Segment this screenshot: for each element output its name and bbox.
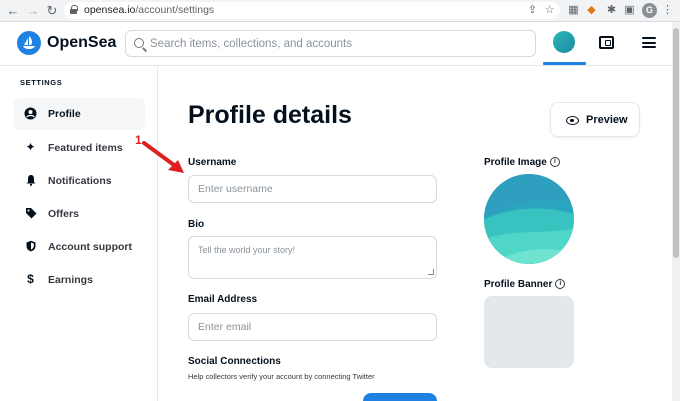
- search-bar[interactable]: [125, 30, 536, 57]
- sidebar-item-label: Featured items: [48, 142, 123, 154]
- person-icon: [24, 107, 37, 120]
- sidebar-item-label: Earnings: [48, 274, 93, 286]
- browser-menu-icon[interactable]: ⋮: [661, 4, 674, 17]
- bio-field[interactable]: [188, 236, 437, 279]
- page-title: Profile details: [188, 101, 352, 129]
- scrollbar-thumb[interactable]: [673, 28, 679, 258]
- hamburger-menu-icon[interactable]: [642, 37, 656, 48]
- extension-grid-icon[interactable]: ▦: [567, 4, 580, 17]
- annotation-arrow-icon: [142, 141, 184, 173]
- browser-profile-avatar[interactable]: G: [642, 3, 657, 18]
- preview-label: Preview: [586, 114, 628, 126]
- profile-banner-label: Profile Banner: [484, 279, 553, 290]
- social-connections-label: Social Connections: [188, 356, 281, 367]
- social-helper-text: Help collectors verify your account by c…: [188, 372, 375, 381]
- connect-button[interactable]: [363, 393, 437, 401]
- sidebar-item-label: Offers: [48, 208, 79, 220]
- email-field[interactable]: [188, 313, 437, 341]
- sidebar-item-label: Notifications: [48, 175, 112, 187]
- profile-image-upload[interactable]: [484, 174, 574, 264]
- shield-icon: [24, 240, 37, 253]
- sidebar-item-profile[interactable]: Profile: [14, 98, 145, 130]
- tag-icon: [24, 207, 37, 220]
- url-domain: opensea.io: [84, 4, 136, 16]
- resize-handle-icon[interactable]: [428, 269, 434, 275]
- browser-toolbar: ← → ↻ opensea.io/account/settings ⇪ ☆ ▦ …: [0, 0, 680, 22]
- back-arrow-icon[interactable]: ←: [6, 3, 20, 19]
- account-active-indicator: [543, 62, 586, 65]
- wallet-icon[interactable]: [599, 36, 614, 49]
- settings-sidebar: SETTINGS Profile ✦ Featured items Notifi…: [0, 66, 158, 401]
- preview-button[interactable]: Preview: [550, 102, 640, 137]
- username-field[interactable]: [188, 175, 437, 203]
- sidebar-item-offers[interactable]: Offers: [14, 198, 145, 230]
- sidebar-item-label: Account support: [48, 241, 132, 253]
- extensions-puzzle-icon[interactable]: ✱: [605, 4, 618, 17]
- opensea-logo-icon[interactable]: [17, 31, 41, 55]
- logo-text[interactable]: OpenSea: [47, 33, 116, 53]
- side-panel-icon[interactable]: ▣: [623, 4, 636, 17]
- sidebar-item-notifications[interactable]: Notifications: [14, 165, 145, 197]
- eye-icon: [566, 116, 579, 125]
- site-header: OpenSea: [0, 22, 672, 66]
- profile-banner-heading: Profile Banner i: [484, 278, 566, 291]
- settings-heading: SETTINGS: [20, 78, 63, 87]
- dollar-icon: $: [27, 272, 34, 286]
- sidebar-item-label: Profile: [48, 108, 81, 120]
- bell-icon: [24, 174, 37, 187]
- info-icon[interactable]: i: [555, 279, 566, 290]
- address-bar[interactable]: opensea.io/account/settings ⇪ ☆: [64, 2, 560, 19]
- profile-image-preview: [484, 174, 574, 264]
- account-avatar[interactable]: [553, 31, 575, 53]
- bio-label: Bio: [188, 219, 205, 230]
- info-icon[interactable]: i: [549, 157, 560, 168]
- metamask-icon[interactable]: ◆: [585, 4, 598, 17]
- url-text: opensea.io/account/settings: [84, 4, 214, 17]
- email-label: Email Address: [188, 294, 258, 305]
- sailboat-icon: [23, 36, 35, 49]
- forward-arrow-icon[interactable]: →: [26, 3, 40, 19]
- page-scrollbar[interactable]: [672, 22, 680, 401]
- search-icon: [134, 38, 144, 48]
- profile-image-label: Profile Image: [484, 157, 547, 168]
- profile-image-heading: Profile Image i: [484, 156, 560, 169]
- share-icon[interactable]: ⇪: [526, 4, 539, 17]
- search-input[interactable]: [150, 35, 530, 53]
- reload-icon[interactable]: ↻: [45, 3, 59, 19]
- bookmark-star-icon[interactable]: ☆: [543, 4, 556, 17]
- profile-banner-upload[interactable]: [484, 296, 574, 368]
- sidebar-item-account-support[interactable]: Account support: [14, 231, 145, 263]
- sparkle-icon: ✦: [25, 140, 36, 154]
- sidebar-item-featured-items[interactable]: ✦ Featured items: [14, 132, 145, 164]
- url-path: /account/settings: [135, 4, 215, 16]
- lock-icon: [70, 5, 78, 14]
- sidebar-item-earnings[interactable]: $ Earnings: [14, 264, 145, 296]
- username-label: Username: [188, 157, 237, 168]
